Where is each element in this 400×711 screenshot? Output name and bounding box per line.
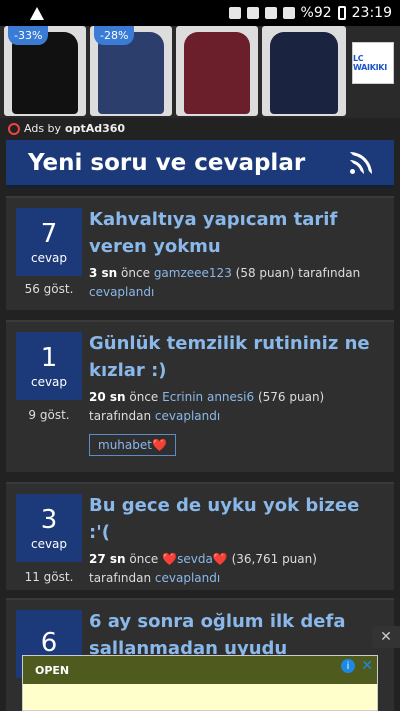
answer-count-box: 7 cevap	[16, 208, 82, 276]
question-meta: 3 sn önce gamzeee123 (58 puan) tarafında…	[89, 266, 361, 299]
question-title[interactable]: Bu gece de uyku yok bizee :'(	[89, 492, 382, 546]
user-link[interactable]: Ecrinin annesi6	[162, 390, 254, 404]
user-link[interactable]: ❤️sevda❤️	[162, 552, 228, 566]
rss-icon[interactable]	[350, 151, 372, 174]
section-header: Yeni soru ve cevaplar	[6, 140, 394, 188]
info-icon[interactable]: i	[341, 659, 355, 673]
ad-carousel[interactable]: -33% -28% LC WAIKIKI	[0, 26, 400, 118]
question-meta: 20 sn önce Ecrinin annesi6 (576 puan) ta…	[89, 390, 325, 423]
bottom-ad-banner[interactable]: OPEN i ✕	[22, 655, 378, 711]
user-link[interactable]: gamzeee123	[154, 266, 232, 280]
brand-logo[interactable]: LC WAIKIKI	[352, 42, 394, 84]
mute-icon	[228, 7, 241, 19]
answered-link[interactable]: cevaplandı	[155, 571, 220, 585]
wifi-icon	[264, 7, 277, 19]
discount-badge: -28%	[94, 26, 135, 45]
ad-product-pinafore[interactable]	[176, 26, 258, 116]
ad-product-dress-plaid[interactable]: -28%	[90, 26, 172, 116]
ad-close-button[interactable]: ✕	[372, 626, 400, 648]
discount-badge: -33%	[8, 26, 49, 45]
answer-count-box: 1 cevap	[16, 332, 82, 400]
warning-icon	[30, 6, 44, 20]
view-count: 9 göst.	[28, 408, 70, 422]
ad-product-dress-black[interactable]: -33%	[4, 26, 86, 116]
view-count: 56 göst.	[24, 282, 74, 296]
answered-link[interactable]: cevaplandı	[89, 285, 154, 299]
ad-product-dress-navy[interactable]	[262, 26, 346, 116]
question-meta: 27 sn önce ❤️sevda❤️ (36,761 puan) taraf…	[89, 552, 317, 585]
view-count: 11 göst.	[24, 570, 74, 584]
clock: 23:19	[351, 5, 392, 21]
ad-text: OPEN	[35, 664, 70, 677]
section-title: Yeni soru ve cevaplar	[28, 149, 306, 176]
ads-by-label[interactable]: Ads by optAd360	[8, 122, 125, 135]
answer-count-box: 3 cevap	[16, 494, 82, 562]
status-bar: %92 23:19	[0, 0, 400, 26]
answered-link[interactable]: cevaplandı	[155, 409, 220, 423]
tag-chip[interactable]: muhabet❤️	[89, 434, 176, 456]
optad-logo-icon	[8, 122, 20, 135]
battery-icon	[337, 6, 346, 20]
question-title[interactable]: 6 ay sonra oğlum ilk defa sallanmadan uy…	[89, 608, 382, 662]
signal-icon	[282, 7, 295, 19]
question-item[interactable]: 1 cevap 9 göst. Günlük temzilik rutinini…	[6, 320, 394, 472]
question-title[interactable]: Günlük temzilik rutininiz ne kızlar :)	[89, 330, 382, 384]
close-icon[interactable]: ✕	[361, 658, 373, 674]
battery-percent: %92	[300, 5, 332, 21]
question-title[interactable]: Kahvaltıya yapıcam tarif veren yokmu	[89, 206, 382, 260]
question-item[interactable]: 3 cevap 11 göst. Bu gece de uyku yok biz…	[6, 482, 394, 590]
question-item[interactable]: 7 cevap 56 göst. Kahvaltıya yapıcam tari…	[6, 196, 394, 310]
alarm-icon	[246, 7, 259, 19]
